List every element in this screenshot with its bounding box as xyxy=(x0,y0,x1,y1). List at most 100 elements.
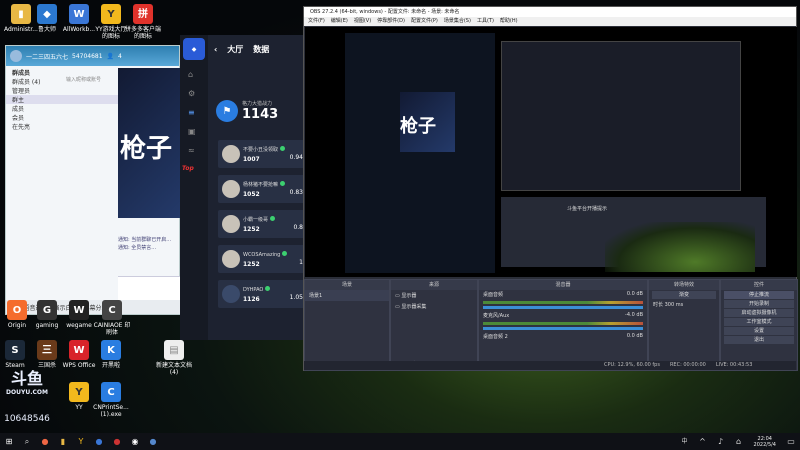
ranking-subtitle: 格力大猎战力 xyxy=(242,101,273,107)
list-item[interactable]: 杨林猪不要抢嘛 1052 0.83 xyxy=(218,175,305,203)
menu-docks[interactable]: 停靠部件(D) xyxy=(377,17,405,26)
home-icon[interactable]: ⌂ xyxy=(188,70,200,79)
list-item[interactable]: 群成员 (4) xyxy=(6,77,118,86)
desktop-icon-label: Origin xyxy=(7,322,27,329)
desktop-icon-label: YY游戏大厅 的图标 xyxy=(95,26,127,40)
controls-header: 控件 xyxy=(721,280,797,290)
player-extra: 0.83 xyxy=(289,189,303,196)
virtual-camera-button[interactable]: 启动虚拟摄像机 xyxy=(724,309,794,317)
list-item[interactable]: 管理员 xyxy=(6,86,118,95)
menu-view[interactable]: 视图(V) xyxy=(354,17,371,26)
list-item[interactable]: WCOSAmazing 1252 1 xyxy=(218,245,305,273)
yy-icon[interactable]: Y xyxy=(75,436,87,448)
list-item[interactable]: 不要小丑没领取 1007 0.94 xyxy=(218,140,305,168)
start-icon[interactable]: ⊞ xyxy=(3,436,15,448)
volume-slider[interactable] xyxy=(483,306,643,309)
status-rec: REC: 00:00:00 xyxy=(669,362,706,368)
rank-icon[interactable]: ≡ xyxy=(188,108,200,117)
online-icon xyxy=(280,180,286,186)
list-item[interactable]: 会员 xyxy=(6,113,118,122)
qq-group-number: 54704681 xyxy=(72,52,103,60)
studio-mode-button[interactable]: 工作室模式 xyxy=(724,318,794,326)
app-icon[interactable]: ● xyxy=(93,436,105,448)
mixer-channel: 麦克风/Aux -4.0 dB xyxy=(483,312,643,319)
douyu-watermark: 斗鱼 DOUYU.COM 10648546 xyxy=(2,365,52,424)
desktop-icon-label: 拼多多客户端 的图标 xyxy=(124,26,161,40)
start-recording-button[interactable]: 开始录制 xyxy=(724,300,794,308)
player-name: DYHPAO xyxy=(243,286,264,293)
online-icon xyxy=(270,215,276,221)
clock[interactable]: 22:04 2022/5/4 xyxy=(754,436,776,448)
bag-icon[interactable]: ▣ xyxy=(188,127,200,136)
app-icon[interactable]: ● xyxy=(147,436,159,448)
obs-preview[interactable]: 枪子 斗鱼平台开播提示 xyxy=(305,27,797,277)
settings-icon[interactable]: ⚙ xyxy=(188,89,200,98)
wps-icon: W xyxy=(69,340,89,360)
flag-icon: ⚑ xyxy=(216,100,238,122)
list-item[interactable]: 在先亮 xyxy=(6,122,118,131)
wifi-icon[interactable]: ≈ xyxy=(188,146,200,155)
list-item[interactable]: ▭ 显示器 xyxy=(391,290,477,301)
menu-edit[interactable]: 编辑(E) xyxy=(331,17,348,26)
list-item[interactable]: 群主 xyxy=(6,95,118,104)
desktop-icon-kaiheila[interactable]: K 开黑啦 xyxy=(92,340,130,369)
list-item[interactable]: ▭ 显示器采集 xyxy=(391,301,477,312)
duration-field[interactable]: 时长 300 ms xyxy=(649,300,719,309)
avatar xyxy=(222,250,240,268)
language-indicator[interactable]: 中 xyxy=(679,436,691,448)
menu-help[interactable]: 帮助(H) xyxy=(500,17,518,26)
menu-file[interactable]: 文件(F) xyxy=(308,17,325,26)
transition-select[interactable]: 渐变 xyxy=(652,291,716,299)
desktop-icon-cnprint[interactable]: C CNPrintSe... (1).exe xyxy=(92,382,130,418)
scenes-panel: 场景 场景1 + − ⌃ ⌄ xyxy=(304,279,390,371)
settings-button[interactable]: 设置 xyxy=(724,327,794,335)
menu-scene-collection[interactable]: 场景集合(S) xyxy=(444,17,471,26)
sources-panel: 来源 ▭ 显示器 ▭ 显示器采集 + − ⚙ ⌃ ⌄ xyxy=(390,279,478,371)
chat-message: 通知: 当前群聊已开启... xyxy=(118,237,172,243)
sources-header: 来源 xyxy=(391,280,477,290)
mixer-header: 混音器 xyxy=(479,280,647,290)
qq-group-window: 一二三四五六七 54704681 👤 4 群成员 群成员 (4) 管理员 群主 … xyxy=(5,45,181,315)
chat-banner: 枪子 xyxy=(118,68,181,218)
volume-meter xyxy=(483,301,643,304)
tab-lobby[interactable]: 大厅 xyxy=(227,44,243,55)
folder-icon[interactable]: ▮ xyxy=(57,436,69,448)
search-input[interactable]: 输入昵称或账号 xyxy=(66,76,101,83)
top-tag: Top xyxy=(182,165,194,172)
desktop-icon-new-text[interactable]: ▤ 新建文本文档 (4) xyxy=(155,340,193,376)
chat-message: 通知: 全员禁言... xyxy=(118,245,157,251)
app-logo-icon: ◆ xyxy=(183,38,205,60)
volume-slider[interactable] xyxy=(483,327,643,330)
volume-meter xyxy=(483,322,643,325)
player-score: 1252 xyxy=(243,225,260,233)
desktop-icon-cainiao[interactable]: C CAINIAOE 印刷体 xyxy=(93,300,131,336)
obs-title-bar: OBS 27.2.4 (64-bit, windows) - 配置文件: 未命名… xyxy=(304,7,796,17)
desktop-icon-pinduoduo[interactable]: 拼 拼多多客户端 的图标 xyxy=(124,4,162,40)
obs-menu-bar: 文件(F) 编辑(E) 视图(V) 停靠部件(D) 配置文件(P) 场景集合(S… xyxy=(304,17,796,26)
origin-icon: O xyxy=(7,300,27,320)
app-icon[interactable]: ● xyxy=(111,436,123,448)
volume-icon[interactable]: ♪ xyxy=(715,436,727,448)
menu-tools[interactable]: 工具(T) xyxy=(477,17,494,26)
browser-icon[interactable]: ● xyxy=(39,436,51,448)
avatar xyxy=(222,180,240,198)
list-item: 群成员 xyxy=(12,70,31,77)
tab-data[interactable]: 数据 xyxy=(253,44,269,55)
search-icon[interactable]: ⌕ xyxy=(21,436,33,448)
tray-icon[interactable]: ^ xyxy=(697,436,709,448)
obs-icon[interactable]: ◉ xyxy=(129,436,141,448)
list-item[interactable]: 小霸一级哥 1252 0.8 xyxy=(218,210,305,238)
network-icon[interactable]: ⌂ xyxy=(733,436,745,448)
list-item[interactable]: 场景1 xyxy=(305,290,389,301)
list-item[interactable]: DYHPAO 1126 1.05 xyxy=(218,280,305,308)
back-icon[interactable]: ‹ xyxy=(214,45,217,54)
menu-profile[interactable]: 配置文件(P) xyxy=(411,17,438,26)
player-score: 1126 xyxy=(243,295,260,303)
online-icon xyxy=(282,250,288,256)
douyu-logo: 斗鱼 xyxy=(10,369,43,388)
list-item[interactable]: 成员 xyxy=(6,104,118,113)
notification-icon[interactable]: ▭ xyxy=(785,436,797,448)
stop-stream-button[interactable]: 停止推流 xyxy=(724,291,794,299)
exit-button[interactable]: 退出 xyxy=(724,336,794,344)
player-score: 1007 xyxy=(243,155,260,163)
